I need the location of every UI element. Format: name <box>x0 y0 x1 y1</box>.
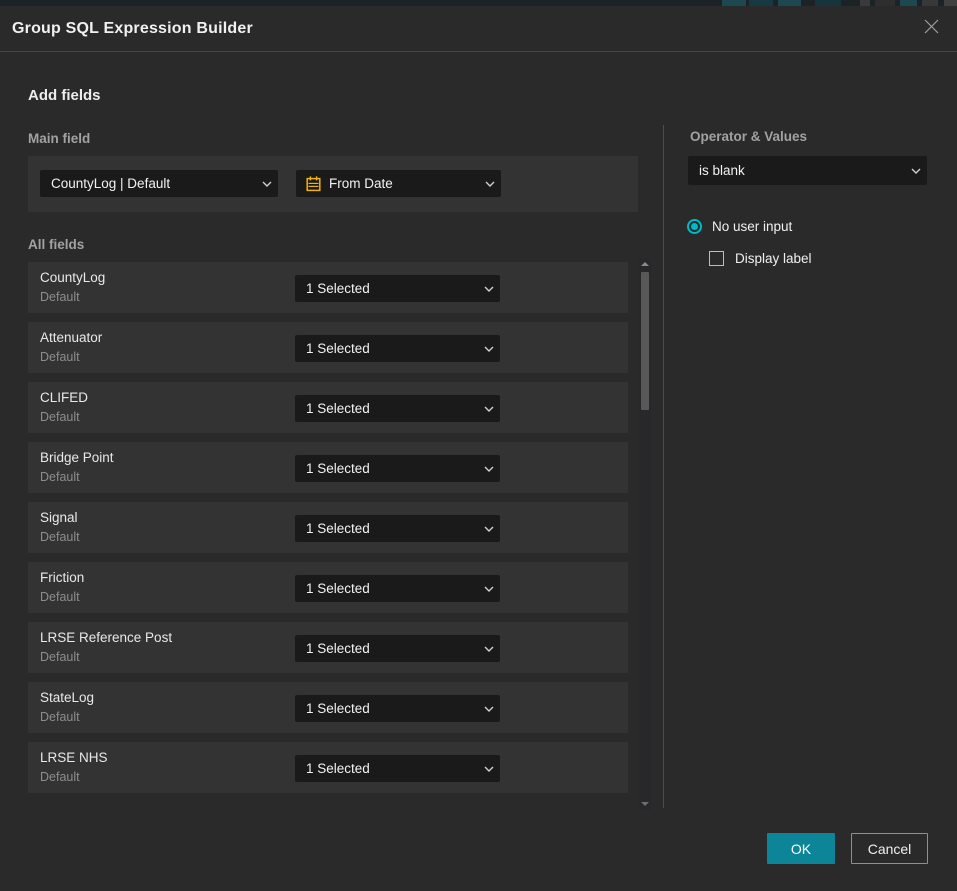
field-subtitle: Default <box>40 530 80 544</box>
chevron-down-icon <box>256 181 278 187</box>
group-sql-expression-builder-dialog: Group SQL Expression Builder Add fields … <box>0 6 957 891</box>
no-user-input-radio[interactable]: No user input <box>687 219 792 234</box>
scroll-down-button[interactable] <box>639 798 651 810</box>
field-selected-value: 1 Selected <box>295 701 478 716</box>
main-field-layer-value: CountyLog | Default <box>40 176 256 191</box>
chevron-down-icon <box>479 181 501 187</box>
ok-button[interactable]: OK <box>767 833 835 864</box>
main-field-date-dropdown[interactable]: From Date <box>296 170 501 197</box>
field-name: Friction <box>40 570 84 585</box>
chevron-down-icon <box>478 706 500 712</box>
field-row: Attenuator Default 1 Selected <box>28 322 628 373</box>
chevron-down-icon <box>478 286 500 292</box>
field-selected-value: 1 Selected <box>295 341 478 356</box>
field-selected-value: 1 Selected <box>295 401 478 416</box>
scroll-down-icon <box>641 802 649 806</box>
operator-value: is blank <box>688 163 905 178</box>
field-selected-dropdown[interactable]: 1 Selected <box>295 755 500 782</box>
field-selected-dropdown[interactable]: 1 Selected <box>295 335 500 362</box>
chevron-down-icon <box>905 168 927 174</box>
field-name: StateLog <box>40 690 94 705</box>
cancel-button[interactable]: Cancel <box>851 833 928 864</box>
field-selected-dropdown[interactable]: 1 Selected <box>295 455 500 482</box>
add-fields-heading: Add fields <box>28 87 101 104</box>
field-name: Attenuator <box>40 330 102 345</box>
chevron-down-icon <box>478 466 500 472</box>
display-label-label: Display label <box>735 251 812 266</box>
chevron-down-icon <box>478 766 500 772</box>
field-subtitle: Default <box>40 590 80 604</box>
chevron-down-icon <box>478 406 500 412</box>
chevron-down-icon <box>478 526 500 532</box>
field-row: Signal Default 1 Selected <box>28 502 628 553</box>
main-field-layer-dropdown[interactable]: CountyLog | Default <box>40 170 278 197</box>
field-name: Signal <box>40 510 78 525</box>
display-label-checkbox[interactable]: Display label <box>709 251 812 266</box>
main-field-panel: CountyLog | Default From Date <box>28 156 638 212</box>
all-fields-list: CountyLog Default 1 Selected Attenuator … <box>28 262 628 802</box>
field-name: CLIFED <box>40 390 88 405</box>
field-selected-dropdown[interactable]: 1 Selected <box>295 515 500 542</box>
field-selected-dropdown[interactable]: 1 Selected <box>295 635 500 662</box>
field-selected-value: 1 Selected <box>295 761 478 776</box>
close-icon <box>923 18 940 40</box>
dialog-header: Group SQL Expression Builder <box>0 6 957 52</box>
field-subtitle: Default <box>40 710 80 724</box>
field-selected-dropdown[interactable]: 1 Selected <box>295 695 500 722</box>
field-selected-value: 1 Selected <box>295 521 478 536</box>
checkbox-unchecked-icon <box>709 251 724 266</box>
operator-values-heading: Operator & Values <box>690 129 807 144</box>
field-name: CountyLog <box>40 270 105 285</box>
field-name: LRSE NHS <box>40 750 108 765</box>
field-row: Friction Default 1 Selected <box>28 562 628 613</box>
field-subtitle: Default <box>40 650 80 664</box>
chevron-down-icon <box>478 586 500 592</box>
fields-scrollbar <box>639 258 651 810</box>
field-selected-dropdown[interactable]: 1 Selected <box>295 275 500 302</box>
field-selected-value: 1 Selected <box>295 581 478 596</box>
field-subtitle: Default <box>40 470 80 484</box>
scroll-up-icon <box>641 262 649 266</box>
field-name: LRSE Reference Post <box>40 630 172 645</box>
field-subtitle: Default <box>40 350 80 364</box>
no-user-input-label: No user input <box>712 219 792 234</box>
field-subtitle: Default <box>40 770 80 784</box>
field-subtitle: Default <box>40 410 80 424</box>
field-selected-value: 1 Selected <box>295 281 478 296</box>
field-subtitle: Default <box>40 290 80 304</box>
radio-selected-icon <box>687 219 702 234</box>
all-fields-label: All fields <box>28 237 84 252</box>
main-field-date-value: From Date <box>322 176 479 191</box>
field-name: Bridge Point <box>40 450 114 465</box>
operator-dropdown[interactable]: is blank <box>688 156 927 185</box>
scroll-up-button[interactable] <box>639 258 651 270</box>
dialog-title: Group SQL Expression Builder <box>12 20 253 38</box>
field-row: LRSE NHS Default 1 Selected <box>28 742 628 793</box>
field-selected-value: 1 Selected <box>295 461 478 476</box>
chevron-down-icon <box>478 646 500 652</box>
calendar-icon <box>306 176 322 192</box>
field-row: LRSE Reference Post Default 1 Selected <box>28 622 628 673</box>
scrollbar-thumb[interactable] <box>641 272 649 410</box>
field-selected-dropdown[interactable]: 1 Selected <box>295 395 500 422</box>
close-button[interactable] <box>917 15 945 43</box>
field-selected-value: 1 Selected <box>295 641 478 656</box>
field-selected-dropdown[interactable]: 1 Selected <box>295 575 500 602</box>
field-row: StateLog Default 1 Selected <box>28 682 628 733</box>
field-row: Bridge Point Default 1 Selected <box>28 442 628 493</box>
main-field-label: Main field <box>28 131 90 146</box>
chevron-down-icon <box>478 346 500 352</box>
field-row: CountyLog Default 1 Selected <box>28 262 628 313</box>
field-row: CLIFED Default 1 Selected <box>28 382 628 433</box>
panel-divider <box>663 125 664 808</box>
